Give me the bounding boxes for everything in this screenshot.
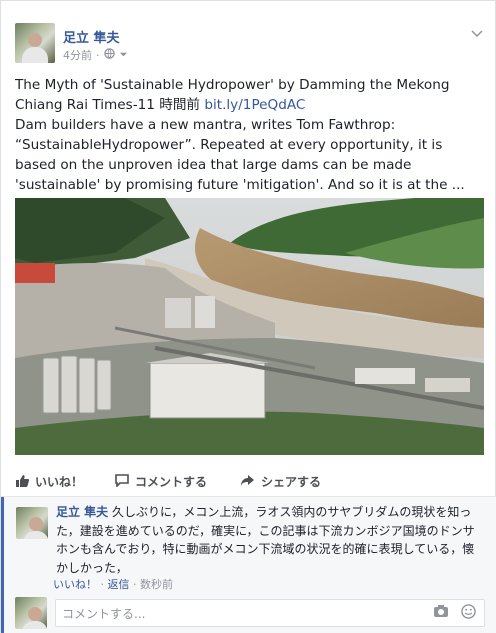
author-name[interactable]: 足立 隼夫 <box>63 27 120 46</box>
comment-like-link[interactable]: いいね！ <box>53 578 97 591</box>
emoji-icon[interactable] <box>461 604 476 623</box>
comment-input[interactable]: コメントする... <box>55 599 485 627</box>
post-options-chevron-icon[interactable] <box>471 27 483 41</box>
post-actions: いいね！ コメントする シェアする <box>1 469 496 497</box>
post-time[interactable]: 4分前 <box>63 47 92 63</box>
commenter-avatar[interactable] <box>16 507 48 539</box>
post-header: 足立 隼夫 4分前 · <box>15 23 485 67</box>
like-label: いいね！ <box>35 475 84 489</box>
post-source-line: Chiang Rai Times-11 時間前 bit.ly/1PeQdAC <box>15 95 483 115</box>
comment-time[interactable]: 数秒前 <box>140 578 173 591</box>
globe-icon[interactable] <box>103 48 115 62</box>
speech-bubble-icon <box>115 473 129 490</box>
comment-meta: いいね！ · 返信 · 数秒前 <box>53 576 173 592</box>
post-title-line: The Myth of 'Sustainable Hydropower' by … <box>15 77 450 93</box>
post-meta: 4分前 · <box>63 47 128 63</box>
like-button[interactable]: いいね！ <box>15 473 83 490</box>
thumbs-up-icon <box>15 474 30 490</box>
post-link[interactable]: bit.ly/1PeQdAC <box>204 97 305 113</box>
commenter-name[interactable]: 足立 隼夫 <box>56 505 108 519</box>
comment-text: 久しぶりに，メコン上流，ラオス領内のサヤブリダムの現状を知った，建設を進めている… <box>56 505 475 575</box>
comment-meta-sep: · <box>97 578 108 591</box>
comment-meta-sep: · <box>129 578 140 591</box>
post-text: The Myth of 'Sustainable Hydropower' by … <box>15 75 483 195</box>
post-photo[interactable] <box>15 198 484 455</box>
comment-input-icons <box>433 604 476 623</box>
meta-separator: · <box>96 48 100 62</box>
post-body: Dam builders have a new mantra, writes T… <box>15 117 465 193</box>
comment-button[interactable]: コメントする <box>115 473 207 490</box>
comment-label: コメントする <box>135 475 208 489</box>
author-avatar[interactable] <box>15 23 55 63</box>
comment-input-placeholder: コメントする... <box>62 606 146 621</box>
post-source: Chiang Rai Times-11 時間前 <box>15 97 205 113</box>
comment-body: 足立 隼夫 久しぶりに，メコン上流，ラオス領内のサヤブリダムの現状を知った，建設… <box>56 503 486 577</box>
chevron-down-icon[interactable] <box>119 49 128 62</box>
camera-icon[interactable] <box>433 604 449 623</box>
share-arrow-icon <box>240 474 255 490</box>
post-card: 足立 隼夫 4分前 · The Myth of 'Sustainable Hyd… <box>0 0 496 633</box>
share-label: シェアする <box>261 475 322 489</box>
reply-avatar <box>15 597 47 629</box>
share-button[interactable]: シェアする <box>240 473 321 490</box>
comment-reply-link[interactable]: 返信 <box>108 578 130 591</box>
